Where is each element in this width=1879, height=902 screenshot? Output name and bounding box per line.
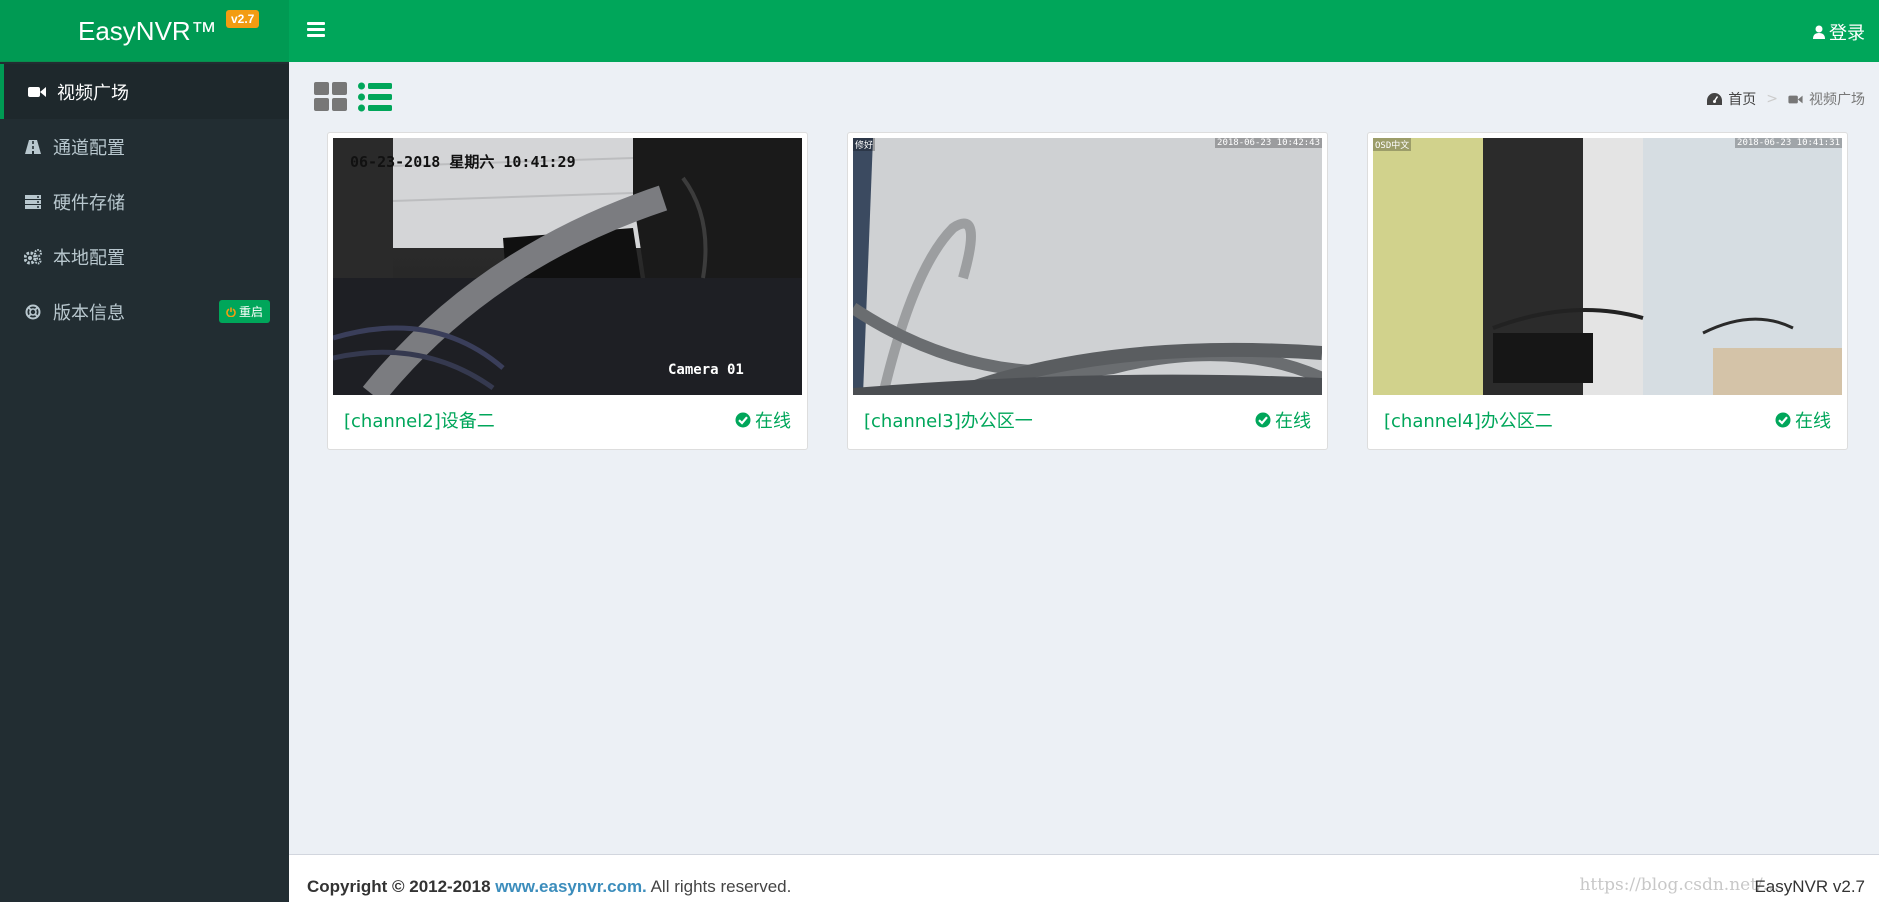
osd-timestamp: 06-23-2018 星期六 10:41:29 xyxy=(350,153,576,171)
status-badge: 在线 xyxy=(735,407,791,433)
channel-card: OSD中文 2018-06-23 10:41:31 [channel4]办公区二… xyxy=(1367,132,1848,450)
channel-snapshot[interactable]: 06-23-2018 星期六 10:41:29 Camera 01 xyxy=(333,138,802,395)
sidebar-item-label: 视频广场 xyxy=(57,82,129,104)
video-camera-icon xyxy=(1788,94,1803,105)
server-icon xyxy=(22,191,44,213)
channel-snapshot[interactable]: OSD中文 2018-06-23 10:41:31 xyxy=(1373,138,1842,395)
camera-scene xyxy=(333,138,802,395)
power-icon xyxy=(226,307,236,317)
top-navbar: 登录 xyxy=(289,0,1879,62)
status-badge: 在线 xyxy=(1255,407,1311,433)
sidebar-item-video-square[interactable]: 视频广场 xyxy=(0,64,289,119)
osd-timestamp: 2018-06-23 10:41:31 xyxy=(1735,138,1842,148)
camera-scene xyxy=(853,138,1322,395)
copyright: Copyright © 2012-2018 www.easynvr.com. A… xyxy=(307,877,791,897)
card-footer: [channel4]办公区二 在线 xyxy=(1373,395,1842,445)
channel-card: 06-23-2018 星期六 10:41:29 Camera 01 [chann… xyxy=(327,132,808,450)
channel-card: 修好 2018-06-23 10:42:43 [channel3]办公区一 在线 xyxy=(847,132,1328,450)
check-circle-icon xyxy=(1775,412,1791,428)
website-link[interactable]: www.easynvr.com. xyxy=(495,877,647,896)
sidebar: EasyNVR™ v2.7 视频广场 通道配置 硬件存储 本地配置 版本信息 重… xyxy=(0,0,289,902)
sidebar-item-label: 版本信息 xyxy=(53,302,125,324)
list-view-icon[interactable] xyxy=(358,82,392,112)
status-label: 在线 xyxy=(1275,411,1311,432)
sidebar-item-label: 通道配置 xyxy=(53,137,125,159)
restart-label: 重启 xyxy=(238,305,263,319)
copyright-suffix: All rights reserved. xyxy=(650,877,792,896)
osd-timestamp: 2018-06-23 10:42:43 xyxy=(1215,138,1322,148)
view-toggle xyxy=(314,82,392,112)
status-badge: 在线 xyxy=(1775,407,1831,433)
user-icon xyxy=(1813,25,1825,39)
breadcrumb-separator: > xyxy=(1766,91,1778,107)
video-camera-icon xyxy=(26,81,48,103)
restart-button[interactable]: 重启 xyxy=(218,300,270,323)
sidebar-item-version-info[interactable]: 版本信息 重启 xyxy=(0,284,289,339)
sidebar-item-channel-config[interactable]: 通道配置 xyxy=(0,119,289,174)
channel-card-list: 06-23-2018 星期六 10:41:29 Camera 01 [chann… xyxy=(327,132,1848,450)
channel-name-link[interactable]: [channel3]办公区一 xyxy=(864,407,1033,433)
osd-camera-label: Camera 01 xyxy=(668,362,744,378)
check-circle-icon xyxy=(735,412,751,428)
channel-name-link[interactable]: [channel2]设备二 xyxy=(344,407,495,433)
osd-label: 修好 xyxy=(853,138,876,151)
menu-toggle-icon[interactable] xyxy=(307,22,325,40)
life-ring-icon xyxy=(22,301,44,323)
main-content: 首页 > 视频广场 06-23-2018 星期六 10:41:29 Camera… xyxy=(289,62,1879,854)
sidebar-item-label: 本地配置 xyxy=(53,247,125,269)
page-footer: Copyright © 2012-2018 www.easynvr.com. A… xyxy=(289,854,1879,902)
breadcrumb: 首页 > 视频广场 xyxy=(1707,89,1865,109)
channel-name-link[interactable]: [channel4]办公区二 xyxy=(1384,407,1553,433)
camera-scene xyxy=(1373,138,1842,395)
login-label: 登录 xyxy=(1829,23,1865,44)
channel-snapshot[interactable]: 修好 2018-06-23 10:42:43 xyxy=(853,138,1322,395)
sidebar-item-hardware-storage[interactable]: 硬件存储 xyxy=(0,174,289,229)
status-label: 在线 xyxy=(1795,411,1831,432)
footer-version: EasyNVR v2.7 xyxy=(1754,877,1865,896)
brand-name: EasyNVR™ xyxy=(78,16,217,46)
sidebar-item-label: 硬件存储 xyxy=(53,192,125,214)
breadcrumb-current: 视频广场 xyxy=(1809,92,1865,108)
sidebar-menu: 视频广场 通道配置 硬件存储 本地配置 版本信息 重启 xyxy=(0,64,289,339)
check-circle-icon xyxy=(1255,412,1271,428)
breadcrumb-home[interactable]: 首页 xyxy=(1728,89,1756,109)
copyright-prefix: Copyright © 2012-2018 xyxy=(307,877,491,896)
login-button[interactable]: 登录 xyxy=(1813,19,1865,45)
dashboard-icon xyxy=(1707,93,1723,105)
version-badge: v2.7 xyxy=(226,10,260,28)
cogs-icon xyxy=(22,246,44,268)
road-icon xyxy=(22,136,44,158)
watermark-text: https://blog.csdn.net/... xyxy=(1579,875,1779,895)
osd-label: OSD中文 xyxy=(1373,138,1412,151)
logo[interactable]: EasyNVR™ v2.7 xyxy=(0,0,289,62)
card-footer: [channel2]设备二 在线 xyxy=(333,395,802,445)
sidebar-item-local-config[interactable]: 本地配置 xyxy=(0,229,289,284)
card-footer: [channel3]办公区一 在线 xyxy=(853,395,1322,445)
grid-view-icon[interactable] xyxy=(314,82,348,112)
status-label: 在线 xyxy=(755,411,791,432)
